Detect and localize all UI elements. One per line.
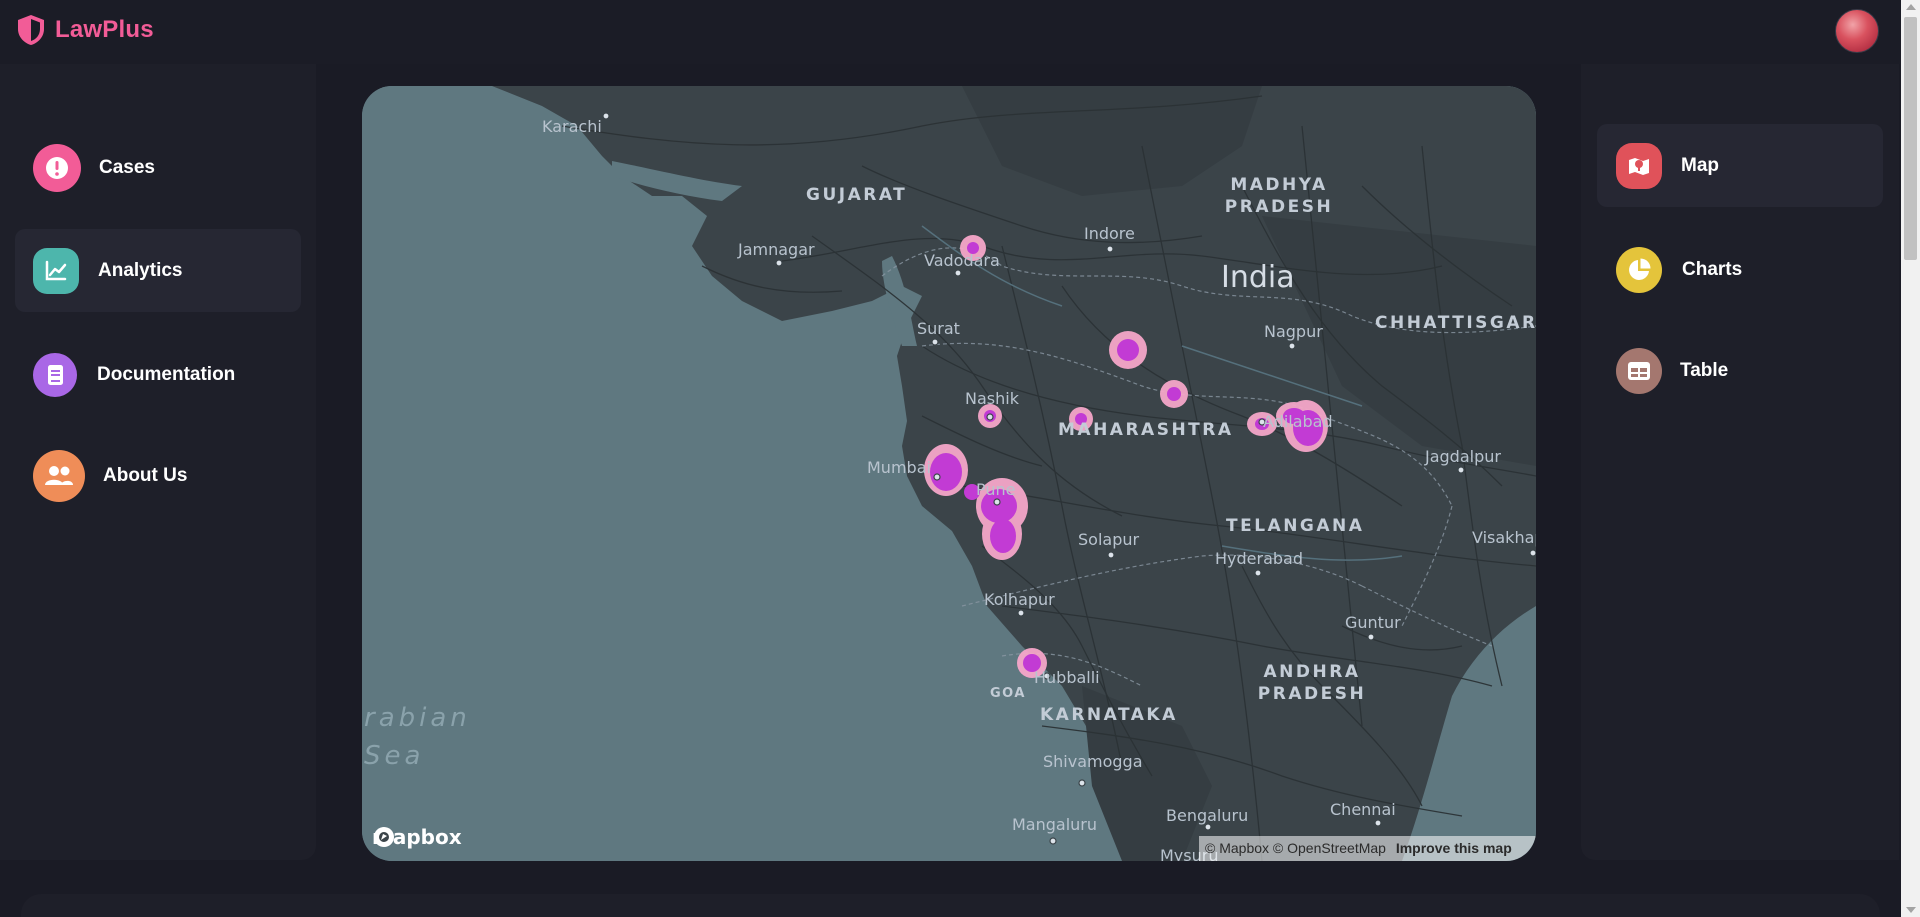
city-label-bengaluru: Bengaluru — [1166, 806, 1249, 825]
line-chart-icon — [33, 247, 79, 294]
state-label-maharashtra: MAHARASHTRA — [1058, 420, 1234, 440]
table-icon — [1616, 348, 1662, 394]
state-label-chhattisgarh: CHHATTISGARH — [1375, 313, 1536, 333]
map-base — [362, 86, 1536, 861]
city-label-vadodara: Vadodara — [924, 251, 1000, 270]
nav-item-cases[interactable]: Cases — [33, 143, 303, 193]
state-label-andhra-pradesh: ANDHRA PRADESH — [1257, 662, 1367, 704]
city-label-pune: Pune — [976, 480, 1016, 499]
city-label-karachi: Karachi — [542, 117, 602, 136]
state-label-gujarat: GUJARAT — [806, 185, 908, 205]
nav-label-cases: Cases — [99, 157, 155, 178]
city-label-nagpur: Nagpur — [1264, 322, 1323, 341]
attribution-text[interactable]: © Mapbox © OpenStreetMap — [1205, 840, 1386, 856]
country-label-india: India — [1221, 260, 1295, 295]
nav-item-documentation[interactable]: Documentation — [33, 350, 303, 400]
map-icon — [1616, 142, 1662, 189]
city-label-chennai: Chennai — [1330, 800, 1396, 819]
nav-label-analytics: Analytics — [98, 259, 183, 281]
map-attribution: © Mapbox © OpenStreetMap Improve this ma… — [1199, 836, 1536, 861]
scrollbar-thumb[interactable] — [1904, 17, 1917, 260]
sea-label-arabian-sea: rabian Sea — [364, 703, 471, 771]
improve-map-link[interactable]: Improve this map — [1396, 840, 1512, 856]
nav-label-map: Map — [1681, 154, 1719, 176]
city-label-indore: Indore — [1084, 224, 1135, 243]
nav-label-table: Table — [1680, 360, 1729, 381]
city-label-visakhap: Visakhap — [1472, 528, 1536, 547]
city-label-hyderabad: Hyderabad — [1215, 549, 1303, 568]
user-avatar[interactable] — [1835, 9, 1879, 53]
users-icon — [33, 450, 85, 502]
state-label-telangana: TELANGANA — [1226, 516, 1365, 536]
city-label-solapur: Solapur — [1078, 530, 1140, 549]
state-label-karnataka: KARNATAKA — [1040, 705, 1178, 725]
document-icon — [33, 353, 77, 397]
bottom-content-card — [21, 894, 1880, 917]
city-label-mangaluru: Mangaluru — [1012, 815, 1098, 834]
city-label-shivamogga: Shivamogga — [1043, 752, 1143, 771]
scroll-up-arrow-icon[interactable] — [1906, 4, 1916, 10]
city-label-mumbai: Mumbai — [867, 458, 931, 477]
left-sidebar: Cases Analytics Documentation About Us — [0, 64, 316, 860]
nav-label-about-us: About Us — [103, 465, 188, 486]
app-name: LawPlus — [55, 16, 154, 43]
mapbox-logo-icon — [374, 827, 394, 847]
mapbox-logo[interactable]: mapbox — [372, 825, 462, 849]
scroll-down-arrow-icon[interactable] — [1906, 907, 1916, 913]
top-bar: LawPlus — [0, 0, 1900, 64]
city-label-nashik: Nashik — [965, 389, 1019, 408]
right-sidebar: Map Charts Table — [1581, 64, 1899, 860]
nav-item-charts[interactable]: Charts — [1616, 245, 1886, 295]
pie-chart-icon — [1616, 247, 1662, 293]
page-scrollbar[interactable] — [1901, 0, 1920, 917]
city-label-guntur: Guntur — [1345, 613, 1401, 632]
nav-item-map[interactable]: Map — [1597, 124, 1883, 207]
shield-logo-icon — [18, 15, 44, 45]
nav-item-analytics[interactable]: Analytics — [15, 229, 301, 312]
city-label-surat: Surat — [917, 319, 960, 338]
nav-item-table[interactable]: Table — [1616, 346, 1886, 396]
alert-circle-icon — [33, 144, 81, 192]
state-label-goa: GOA — [990, 686, 1026, 701]
map-view[interactable]: Karachi Indore Jamnagar Vadodara Surat N… — [362, 86, 1536, 861]
city-label-jagdalpur: Jagdalpur — [1425, 447, 1501, 466]
nav-label-charts: Charts — [1682, 259, 1743, 280]
city-label-hubballi: Hubballi — [1034, 668, 1100, 687]
city-label-jamnagar: Jamnagar — [738, 240, 815, 259]
nav-label-documentation: Documentation — [97, 364, 236, 385]
nav-item-about-us[interactable]: About Us — [33, 450, 303, 502]
city-label-adilabad: Adilabad — [1263, 412, 1333, 431]
app-logo[interactable]: LawPlus — [15, 13, 154, 47]
city-label-kolhapur: Kolhapur — [984, 590, 1055, 609]
state-label-madhya-pradesh: MADHYA PRADESH — [1224, 175, 1334, 217]
